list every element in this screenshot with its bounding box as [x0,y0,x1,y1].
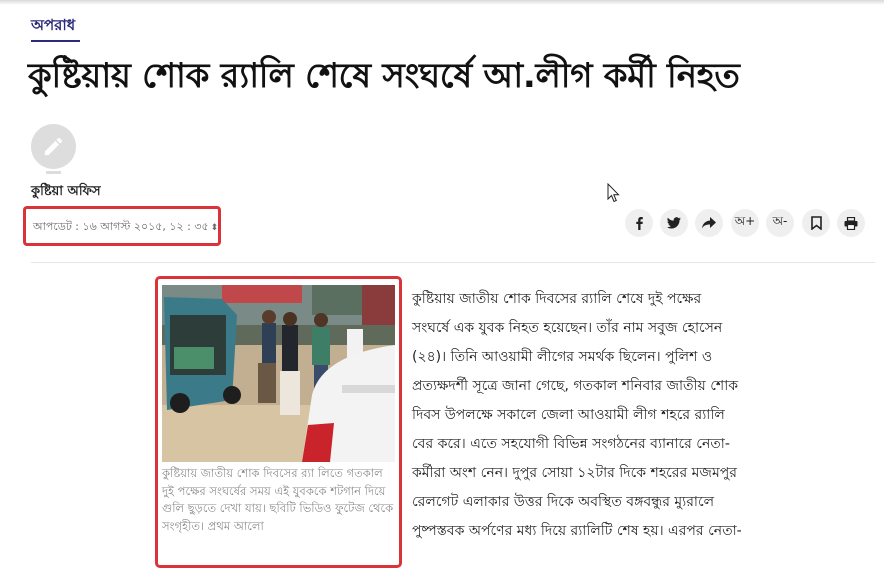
share-button[interactable] [695,209,723,237]
category-underline [31,40,80,42]
updated-label: আপডেট : ১৬ আগস্ট ২০১৫, ১২ : ৩৫ [33,220,209,233]
header-divider [31,262,875,263]
expand-arrows-icon[interactable]: ⬍ [211,223,219,233]
author-name[interactable]: কুষ্টিয়া অফিস [31,182,101,203]
facebook-icon [636,217,643,230]
font-increase-label: অ+ [734,214,756,228]
article-paragraph: কুষ্টিয়ায় জাতীয় শোক দিবসের র‍্যালি শে… [412,291,742,539]
top-shadow [0,0,884,5]
font-decrease-label: অ- [772,214,788,228]
street-scene-image [162,285,395,462]
font-decrease-button[interactable]: অ- [766,209,794,237]
twitter-icon [667,217,681,229]
bookmark-button[interactable] [802,209,830,237]
print-icon [844,216,858,230]
updated-timestamp[interactable]: আপডেট : ১৬ আগস্ট ২০১৫, ১২ : ৩৫ ⬍ [33,218,218,237]
article-photo[interactable] [162,285,395,462]
share-arrow-icon [702,217,716,229]
facebook-share-button[interactable] [625,209,653,237]
print-button[interactable] [837,209,865,237]
figure-caption: কুষ্টিয়ায় জাতীয় শোক দিবসের র‍্যা লিতে… [162,466,394,533]
article-body: কুষ্টিয়ায় জাতীয় শোক দিবসের র‍্যালি শে… [412,285,742,546]
pencil-icon [44,137,63,156]
updated-highlight-box: আপডেট : ১৬ আগস্ট ২০১৫, ১২ : ৩৫ ⬍ [23,206,221,246]
bookmark-icon [810,216,822,230]
mouse-cursor-icon [607,183,620,203]
twitter-share-button[interactable] [660,209,688,237]
category-link[interactable]: অপরাধ [31,14,75,39]
article-headline: কুষ্টিয়ায় শোক র‍্যালি শেষে সংঘর্ষে আ.ল… [28,56,740,96]
author-avatar [31,124,76,169]
avatar-underline [46,171,61,174]
figure-highlight-box: কুষ্টিয়ায় জাতীয় শোক দিবসের র‍্যা লিতে… [155,276,402,568]
font-increase-button[interactable]: অ+ [731,209,759,237]
